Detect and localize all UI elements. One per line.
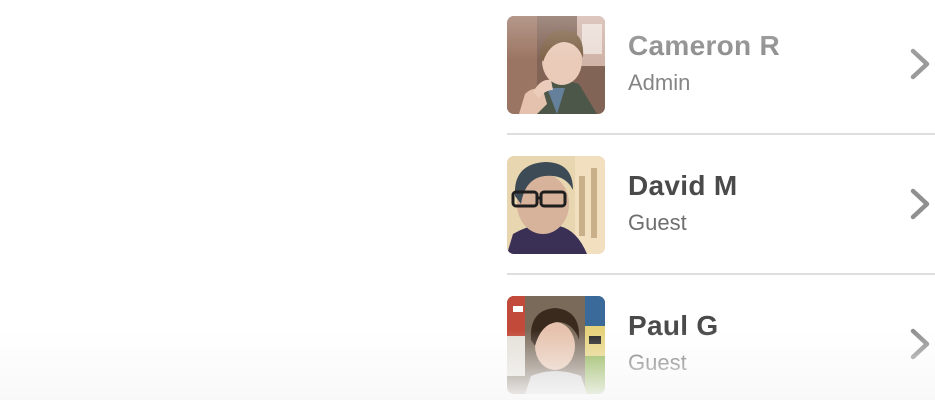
divider (507, 273, 935, 275)
person-photo-icon (507, 156, 605, 254)
user-name: Cameron R (628, 30, 781, 61)
user-list: Cameron R Admin David M Guest Paul G Gue… (507, 0, 935, 400)
user-row-paul[interactable]: Paul G Guest (507, 280, 935, 420)
avatar (507, 16, 605, 114)
user-row-cameron[interactable]: Cameron R Admin (507, 0, 935, 140)
chevron-right-icon[interactable] (909, 188, 931, 220)
user-row-david[interactable]: David M Guest (507, 140, 935, 280)
user-role: Guest (628, 210, 687, 235)
chevron-right-icon[interactable] (909, 48, 931, 80)
user-role: Guest (628, 350, 687, 375)
user-role: Admin (628, 70, 691, 95)
avatar (507, 296, 605, 394)
person-photo-icon (507, 16, 605, 114)
avatar (507, 156, 605, 254)
person-photo-icon (507, 296, 605, 394)
user-name: Paul G (628, 310, 719, 341)
divider (507, 133, 935, 135)
chevron-right-icon[interactable] (909, 328, 931, 360)
user-name: David M (628, 170, 738, 201)
